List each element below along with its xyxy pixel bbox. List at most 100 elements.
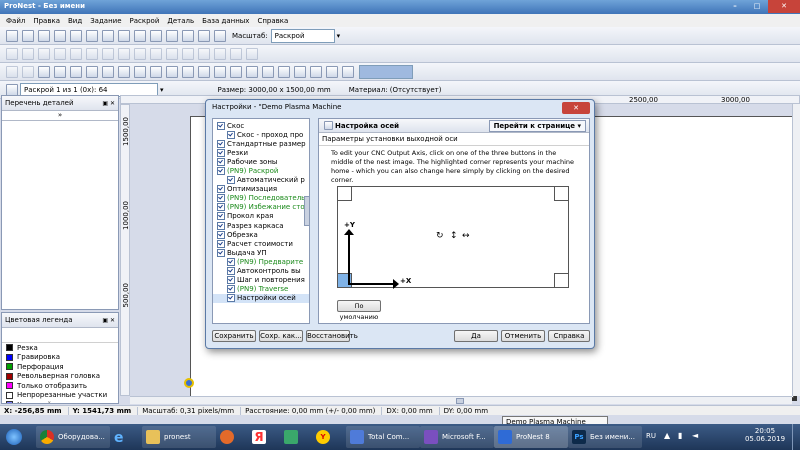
tree-scrollbar-thumb[interactable] bbox=[304, 196, 310, 226]
maximize-button[interactable]: □ bbox=[746, 0, 768, 13]
rotate-axis-icon[interactable]: ↻ bbox=[436, 231, 444, 241]
checkbox-icon[interactable] bbox=[217, 248, 225, 257]
tool-icon[interactable] bbox=[150, 65, 162, 78]
restore-button[interactable]: Восстановить bbox=[306, 330, 358, 342]
tool-icon[interactable] bbox=[294, 65, 306, 78]
checkbox-icon[interactable] bbox=[227, 294, 235, 303]
checkbox-icon[interactable] bbox=[227, 267, 235, 276]
tool-icon[interactable] bbox=[118, 47, 130, 60]
tool-icon[interactable] bbox=[54, 47, 66, 60]
taskbar-item-chrome[interactable]: Оборудова... bbox=[36, 426, 110, 448]
tool-icon[interactable] bbox=[134, 47, 146, 60]
chevron-down-icon[interactable]: ▾ bbox=[160, 86, 164, 94]
checkbox-icon[interactable] bbox=[227, 257, 235, 266]
settings-tree-item[interactable]: Скос bbox=[213, 121, 309, 130]
checkbox-icon[interactable] bbox=[217, 221, 225, 230]
checkbox-icon[interactable] bbox=[217, 121, 225, 130]
axis-preview[interactable]: +Y +X ↻ ↕ ↔ bbox=[337, 186, 569, 289]
tool-icon[interactable] bbox=[326, 65, 338, 78]
expand-chevron-icon[interactable]: » bbox=[2, 111, 118, 121]
taskbar-item-ie[interactable]: e bbox=[110, 426, 142, 448]
menu-view[interactable]: Вид bbox=[68, 17, 82, 25]
tool-icon[interactable] bbox=[102, 47, 114, 60]
settings-tree-item[interactable]: Оптимизация bbox=[213, 185, 309, 194]
tool-icon[interactable] bbox=[182, 47, 194, 60]
tool-icon[interactable] bbox=[246, 47, 258, 60]
goto-page-button[interactable]: Перейти к странице ▾ bbox=[488, 119, 586, 132]
corner-top-right[interactable] bbox=[554, 187, 568, 201]
taskbar-item-pronest[interactable]: ProNest 8 bbox=[494, 426, 568, 448]
menu-file[interactable]: Файл bbox=[6, 17, 25, 25]
checkbox-icon[interactable] bbox=[217, 148, 225, 157]
menu-job[interactable]: Задание bbox=[90, 17, 121, 25]
ok-button[interactable]: Да bbox=[454, 330, 498, 342]
tool-icon[interactable] bbox=[166, 47, 178, 60]
menu-nest[interactable]: Раскрой bbox=[130, 17, 160, 25]
checkbox-icon[interactable] bbox=[227, 130, 235, 139]
taskbar-item-app[interactable] bbox=[216, 426, 248, 448]
tool-icon[interactable] bbox=[102, 65, 114, 78]
checkbox-icon[interactable] bbox=[217, 167, 225, 176]
taskbar-item-tool[interactable] bbox=[280, 426, 312, 448]
zoom-window-icon[interactable] bbox=[150, 29, 162, 42]
copy-icon[interactable] bbox=[70, 29, 82, 42]
tool-icon[interactable] bbox=[166, 65, 178, 78]
menu-part[interactable]: Деталь bbox=[167, 17, 194, 25]
clock[interactable]: 20:05 05.06.2019 bbox=[744, 427, 786, 443]
tool-icon[interactable] bbox=[86, 65, 98, 78]
zoom-fit-icon[interactable] bbox=[198, 29, 210, 42]
chevron-down-icon[interactable]: ▾ bbox=[337, 32, 341, 40]
tool-icon[interactable] bbox=[262, 65, 274, 78]
settings-tree-item[interactable]: Автоматический р bbox=[213, 176, 309, 185]
tool-icon[interactable] bbox=[198, 65, 210, 78]
redo-icon[interactable] bbox=[22, 65, 34, 78]
save-icon[interactable] bbox=[38, 29, 50, 42]
menu-help[interactable]: Справка bbox=[257, 17, 288, 25]
defaults-button[interactable]: По умолчанию bbox=[337, 300, 381, 321]
close-window-button[interactable]: ✕ bbox=[768, 0, 800, 13]
horizontal-scrollbar[interactable] bbox=[130, 396, 792, 404]
print-icon[interactable] bbox=[54, 29, 66, 42]
start-button[interactable] bbox=[2, 426, 32, 448]
checkbox-icon[interactable] bbox=[227, 276, 235, 285]
network-icon[interactable]: ▮ bbox=[678, 431, 682, 440]
taskbar-item-yandex-browser[interactable]: Y bbox=[312, 426, 344, 448]
checkbox-icon[interactable] bbox=[217, 203, 225, 212]
vertical-scrollbar[interactable] bbox=[792, 104, 800, 396]
parts-icon[interactable] bbox=[86, 29, 98, 42]
tool-icon[interactable] bbox=[198, 47, 210, 60]
dialog-close-button[interactable]: ✕ bbox=[562, 102, 590, 114]
settings-tree-item[interactable]: Прокол края bbox=[213, 212, 309, 221]
checkbox-icon[interactable] bbox=[217, 139, 225, 148]
flip-horizontal-icon[interactable]: ↔ bbox=[462, 231, 470, 241]
tool-icon[interactable] bbox=[86, 47, 98, 60]
zoom-in-icon[interactable] bbox=[166, 29, 178, 42]
panel-close-icon[interactable]: ▣ ✕ bbox=[102, 100, 115, 107]
checkbox-icon[interactable] bbox=[217, 157, 225, 166]
menu-edit[interactable]: Правка bbox=[33, 17, 60, 25]
scrollbar-thumb[interactable] bbox=[456, 398, 464, 404]
taskbar-item-total-commander[interactable]: Total Com... bbox=[346, 426, 420, 448]
checkbox-icon[interactable] bbox=[227, 285, 235, 294]
tool-icon[interactable] bbox=[214, 47, 226, 60]
new-file-icon[interactable] bbox=[6, 29, 18, 42]
settings-tree-item[interactable]: Стандартные размер bbox=[213, 139, 309, 148]
minimize-button[interactable]: – bbox=[724, 0, 746, 13]
undo-icon[interactable] bbox=[6, 65, 18, 78]
settings-icon[interactable] bbox=[118, 29, 130, 42]
settings-tree-item[interactable]: Шаг и повторения bbox=[213, 276, 309, 285]
settings-tree-item[interactable]: (PN9) Последователь bbox=[213, 194, 309, 203]
checkbox-icon[interactable] bbox=[217, 185, 225, 194]
refresh-icon[interactable] bbox=[134, 29, 146, 42]
settings-tree-item[interactable]: Настройки осей bbox=[213, 293, 309, 303]
taskbar-item-yandex[interactable]: Я bbox=[248, 426, 280, 448]
tool-icon[interactable] bbox=[22, 47, 34, 60]
tray-arrow-icon[interactable]: ▲ bbox=[664, 431, 670, 440]
tool-icon[interactable] bbox=[118, 65, 130, 78]
tool-icon[interactable] bbox=[6, 47, 18, 60]
tool-icon[interactable] bbox=[278, 65, 290, 78]
checkbox-icon[interactable] bbox=[217, 239, 225, 248]
save-as-button[interactable]: Сохр. как... bbox=[259, 330, 303, 342]
corner-top-left[interactable] bbox=[338, 187, 352, 201]
settings-tree-item[interactable]: Автоконтроль вы bbox=[213, 267, 309, 276]
